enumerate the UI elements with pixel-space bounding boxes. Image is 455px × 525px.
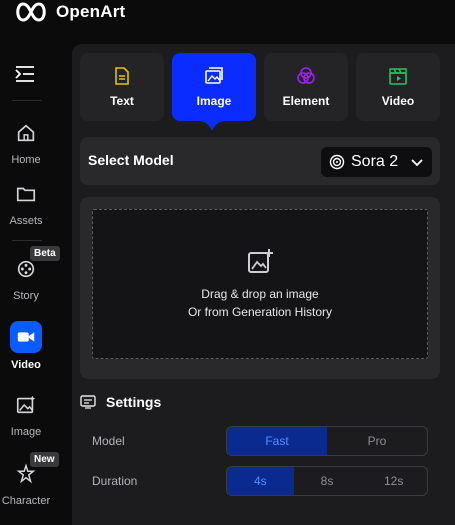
tab-label: Text xyxy=(110,94,134,108)
sidebar-item-label: Video xyxy=(11,359,41,371)
model-setting-label: Model xyxy=(92,434,125,448)
image-icon xyxy=(205,67,223,84)
tab-label: Element xyxy=(282,94,330,108)
option-pro[interactable]: Pro xyxy=(327,427,427,455)
add-image-icon xyxy=(248,249,273,273)
duration-setting-label: Duration xyxy=(92,474,138,488)
option-fast[interactable]: Fast xyxy=(227,427,327,455)
model-value: Sora 2 xyxy=(351,153,399,170)
new-badge: New xyxy=(30,452,59,467)
chevron-down-icon xyxy=(411,159,423,167)
sidebar-item-label: Character xyxy=(1,495,51,507)
active-tab-pointer xyxy=(198,121,226,131)
sidebar-item-story[interactable]: Story xyxy=(0,254,52,302)
sora-logo-icon xyxy=(329,154,345,170)
option-4s[interactable]: 4s xyxy=(227,467,294,495)
mode-tabs: Text Image Element Video xyxy=(80,53,440,121)
tab-video[interactable]: Video xyxy=(356,53,440,121)
home-icon xyxy=(11,118,41,148)
tab-label: Image xyxy=(196,94,232,108)
main-panel: Text Image Element Video Select Model So… xyxy=(72,44,455,525)
sidebar-divider xyxy=(12,100,42,101)
option-8s[interactable]: 8s xyxy=(294,467,361,495)
tab-text[interactable]: Text xyxy=(80,53,164,121)
image-sparkle-icon xyxy=(11,390,41,420)
sidebar-item-label: Image xyxy=(10,426,42,438)
beta-badge: Beta xyxy=(30,246,60,261)
sidebar-item-image[interactable]: Image xyxy=(0,390,52,438)
settings-icon xyxy=(80,395,96,409)
image-upload-area: Drag & drop an image Or from Generation … xyxy=(80,197,440,379)
settings-title: Settings xyxy=(106,394,162,410)
dropzone-instruction: Drag & drop an image xyxy=(201,287,319,301)
sidebar-item-label: Home xyxy=(11,154,41,166)
image-dropzone[interactable]: Drag & drop an image Or from Generation … xyxy=(92,209,428,359)
model-selector-row: Select Model Sora 2 xyxy=(80,137,440,185)
logo[interactable]: OpenArt xyxy=(14,0,125,24)
sidebar-item-label: Story xyxy=(13,290,39,302)
sidebar-item-video[interactable]: Video xyxy=(0,321,52,371)
tab-image[interactable]: Image xyxy=(172,53,256,121)
sidebar-divider xyxy=(12,240,42,241)
settings-header: Settings xyxy=(80,394,161,410)
dropzone-history-link: Or from Generation History xyxy=(187,305,333,319)
tab-label: Video xyxy=(381,94,415,108)
text-doc-icon xyxy=(115,67,129,85)
model-speed-toggle: Fast Pro xyxy=(226,426,428,456)
select-model-label: Select Model xyxy=(88,152,174,168)
sidebar-item-label: Assets xyxy=(9,215,43,227)
model-dropdown[interactable]: Sora 2 xyxy=(321,147,432,177)
sidebar: Home Assets Story Beta Video Image Chara… xyxy=(0,44,72,525)
menu-toggle-icon[interactable] xyxy=(14,64,38,84)
duration-toggle: 4s 8s 12s xyxy=(226,466,428,496)
element-circles-icon xyxy=(297,67,315,84)
option-12s[interactable]: 12s xyxy=(360,467,427,495)
top-bar: OpenArt xyxy=(0,0,455,44)
tab-element[interactable]: Element xyxy=(264,53,348,121)
folder-icon xyxy=(11,179,41,209)
video-camera-icon xyxy=(10,321,42,353)
openart-logo-icon xyxy=(16,2,46,22)
clapper-icon xyxy=(389,68,407,85)
app-name: OpenArt xyxy=(56,2,126,21)
sidebar-item-home[interactable]: Home xyxy=(0,118,52,166)
sidebar-item-assets[interactable]: Assets xyxy=(0,179,52,227)
